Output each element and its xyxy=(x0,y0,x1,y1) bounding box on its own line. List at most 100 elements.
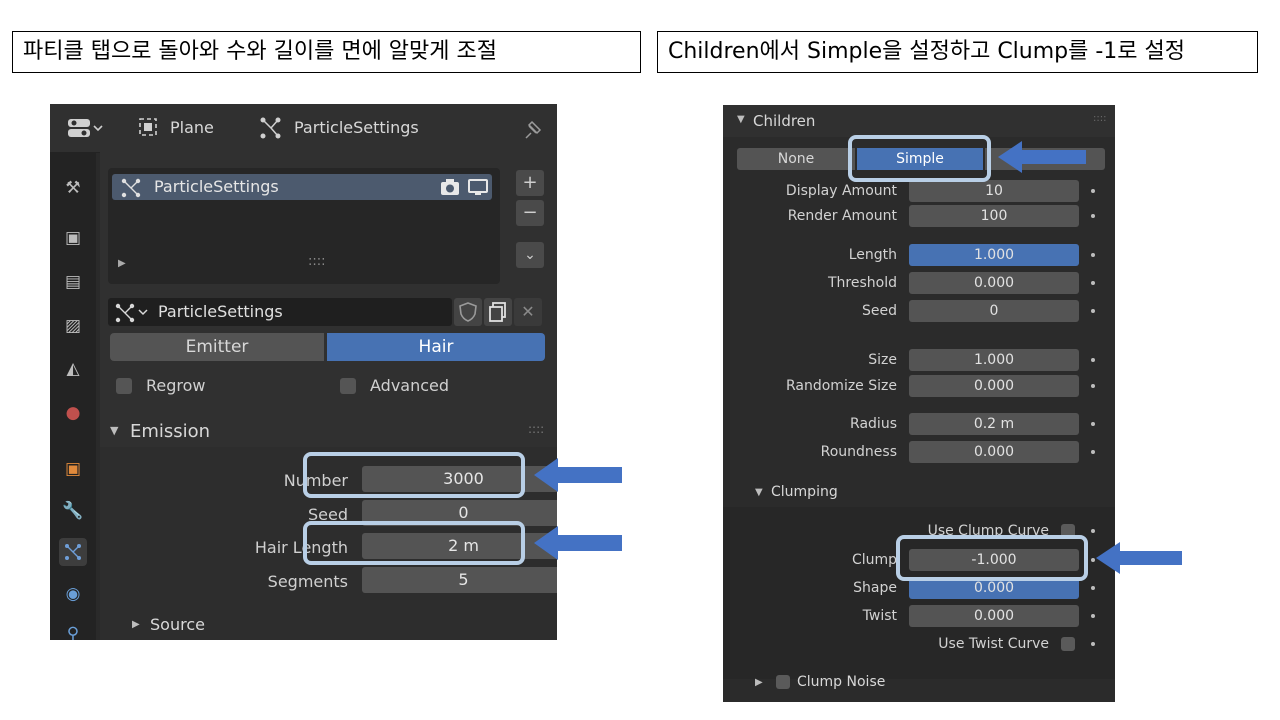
keyframe-dot[interactable] xyxy=(1091,214,1095,218)
threshold-field[interactable]: 0.000 xyxy=(909,272,1079,294)
display-amount-label: Display Amount xyxy=(785,183,897,199)
collapse-arrow-icon[interactable]: ▼ xyxy=(755,487,763,498)
clump-noise-title[interactable]: Clump Noise xyxy=(797,674,885,690)
advanced-checkbox[interactable] xyxy=(340,378,356,394)
radius-label: Radius xyxy=(850,416,897,432)
fake-user-shield-icon[interactable] xyxy=(454,298,482,326)
shape-label: Shape xyxy=(853,580,897,596)
keyframe-dot[interactable] xyxy=(1091,614,1095,618)
unlink-close-icon[interactable]: ✕ xyxy=(514,298,542,326)
panel-drag-handle[interactable]: :::: xyxy=(1093,113,1106,124)
number-highlight-box xyxy=(303,452,525,498)
panel-drag-handle[interactable]: :::: xyxy=(528,422,544,436)
monitor-icon[interactable] xyxy=(468,177,488,205)
keyframe-dot[interactable] xyxy=(1091,384,1095,388)
children-properties-panel: ▼ Children :::: None Simple Display Amou… xyxy=(723,105,1115,702)
regrow-checkbox[interactable] xyxy=(116,378,132,394)
size-label: Size xyxy=(868,352,897,368)
segments-label: Segments xyxy=(267,572,348,591)
caption-left: 파티클 탭으로 돌아와 수와 길이를 면에 알맞게 조절 xyxy=(12,31,641,73)
randomize-size-field[interactable]: 0.000 xyxy=(909,375,1079,397)
resize-handle[interactable]: :::: xyxy=(308,254,326,269)
randomize-size-label: Randomize Size xyxy=(785,378,897,394)
simple-highlight-box xyxy=(848,135,991,182)
list-menu-button[interactable]: ⌄ xyxy=(516,242,544,268)
length-field[interactable]: 1.000 xyxy=(909,244,1079,266)
object-name: Plane xyxy=(170,118,214,137)
use-twist-curve-label: Use Twist Curve xyxy=(938,636,1049,652)
output-tab-icon[interactable]: ▤ xyxy=(59,268,87,296)
tool-tab-icon[interactable]: ⚒ xyxy=(59,174,87,202)
properties-tab-sidebar: ⚒ ▣ ▤ ▨ ◭ ● ▣ 🔧 ◉ ⚲ xyxy=(50,152,96,640)
clumping-panel-body: Use Clump Curve Clump -1.000 Shape 0.000… xyxy=(723,507,1115,679)
keyframe-dot[interactable] xyxy=(1091,358,1095,362)
keyframe-dot[interactable] xyxy=(1091,586,1095,590)
keyframe-dot[interactable] xyxy=(1091,558,1095,562)
keyframe-dot[interactable] xyxy=(1091,450,1095,454)
keyframe-dot[interactable] xyxy=(1091,253,1095,257)
pin-icon[interactable] xyxy=(520,104,544,152)
threshold-label: Threshold xyxy=(828,275,897,291)
use-twist-curve-checkbox[interactable] xyxy=(1061,637,1075,651)
keyframe-dot[interactable] xyxy=(1091,529,1095,533)
keyframe-dot[interactable] xyxy=(1091,422,1095,426)
keyframe-dot[interactable] xyxy=(1091,309,1095,313)
twist-label: Twist xyxy=(862,608,897,624)
particle-settings-datablock[interactable]: ParticleSettings xyxy=(108,298,452,326)
children-panel-title[interactable]: Children xyxy=(753,112,815,130)
camera-icon[interactable] xyxy=(440,177,460,205)
emission-panel-title[interactable]: Emission xyxy=(130,421,210,442)
keyframe-dot[interactable] xyxy=(1091,189,1095,193)
editor-type-icon[interactable] xyxy=(66,104,106,152)
particle-settings-main: ParticleSettings ▶ :::: + − ⌄ ParticleSe… xyxy=(100,152,557,640)
expand-arrow-icon[interactable]: ▶ xyxy=(118,258,126,269)
remove-slot-button[interactable]: − xyxy=(516,200,544,226)
clump-label: Clump xyxy=(851,552,897,568)
add-slot-button[interactable]: + xyxy=(516,170,544,196)
modifier-tab-icon[interactable]: 🔧 xyxy=(59,497,87,525)
render-amount-field[interactable]: 100 xyxy=(909,205,1079,227)
children-none-button[interactable]: None xyxy=(737,148,855,170)
expand-arrow-icon[interactable]: ▶ xyxy=(132,619,140,630)
view-layer-tab-icon[interactable]: ▨ xyxy=(59,312,87,340)
physics-tab-icon[interactable]: ◉ xyxy=(59,580,87,608)
collapse-arrow-icon[interactable]: ▼ xyxy=(110,424,118,437)
seed-field[interactable]: 0 xyxy=(909,300,1079,322)
keyframe-dot[interactable] xyxy=(1091,281,1095,285)
roundness-field[interactable]: 0.000 xyxy=(909,441,1079,463)
length-label: Length xyxy=(848,247,897,263)
display-amount-field[interactable]: 10 xyxy=(909,180,1079,202)
roundness-label: Roundness xyxy=(820,444,897,460)
radius-field[interactable]: 0.2 m xyxy=(909,413,1079,435)
particles-icon xyxy=(120,174,144,208)
children-panel-header: ▼ Children :::: xyxy=(723,105,1115,137)
particles-icon xyxy=(258,104,284,152)
duplicate-icon[interactable] xyxy=(484,298,512,326)
scene-tab-icon[interactable]: ◭ xyxy=(59,355,87,383)
arrow-clump xyxy=(1096,542,1182,574)
clump-noise-checkbox[interactable] xyxy=(776,675,790,689)
source-panel-title[interactable]: Source xyxy=(150,615,205,634)
hair-length-highlight-box xyxy=(303,521,525,565)
world-tab-icon[interactable]: ● xyxy=(59,399,87,427)
size-field[interactable]: 1.000 xyxy=(909,349,1079,371)
twist-field[interactable]: 0.000 xyxy=(909,605,1079,627)
constraints-tab-icon[interactable]: ⚲ xyxy=(59,620,87,640)
object-tab-icon[interactable]: ▣ xyxy=(59,455,87,483)
arrow-number xyxy=(534,458,622,492)
segments-field[interactable]: 5 xyxy=(362,567,557,593)
regrow-label: Regrow xyxy=(146,376,206,395)
collapse-arrow-icon[interactable]: ▼ xyxy=(737,114,745,125)
arrow-hair-length xyxy=(534,526,622,560)
type-emitter-button[interactable]: Emitter xyxy=(110,333,324,361)
clumping-panel-title[interactable]: Clumping xyxy=(771,484,838,500)
expand-arrow-icon[interactable]: ▶ xyxy=(755,677,763,688)
particles-tab-icon[interactable] xyxy=(59,538,87,566)
type-hair-button[interactable]: Hair xyxy=(327,333,545,361)
object-icon xyxy=(136,104,160,152)
properties-header: Plane ParticleSettings xyxy=(50,104,557,153)
list-item[interactable]: ParticleSettings xyxy=(112,174,492,200)
particles-icon xyxy=(114,298,150,335)
keyframe-dot[interactable] xyxy=(1091,642,1095,646)
render-tab-icon[interactable]: ▣ xyxy=(59,224,87,252)
